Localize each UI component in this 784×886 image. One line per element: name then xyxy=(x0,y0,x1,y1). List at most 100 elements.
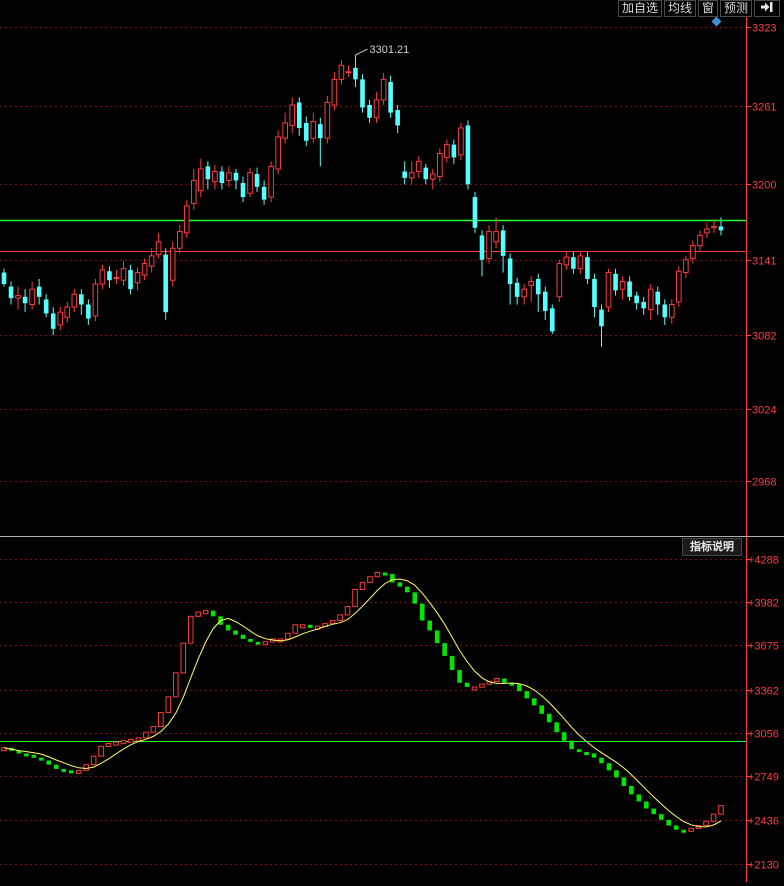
ma-line-button[interactable]: 均线 xyxy=(663,0,696,17)
indicator-bar-down xyxy=(531,698,537,706)
candle-up xyxy=(169,247,176,281)
indicator-bar-down xyxy=(248,638,253,642)
indicator-bar-down xyxy=(636,794,642,802)
indicator-bar-up xyxy=(285,632,291,640)
add-watchlist-button[interactable]: 加自选 xyxy=(617,0,662,17)
indicator-bar-up xyxy=(299,624,306,629)
candle-down xyxy=(585,257,590,279)
indicator-bar-up xyxy=(262,641,269,646)
candle-up xyxy=(141,263,148,276)
candle-down xyxy=(360,79,365,108)
candle-up xyxy=(29,288,35,305)
indicator-bar-down xyxy=(517,684,522,692)
candle-down xyxy=(472,197,478,228)
candle-down xyxy=(465,125,471,185)
indicator-bar-up xyxy=(471,686,478,691)
candle-down xyxy=(514,282,520,297)
indicator-bar-down xyxy=(569,740,574,750)
indicator-tick-label: +2436 xyxy=(748,816,779,828)
candle-down xyxy=(367,104,372,118)
candle-up xyxy=(577,255,584,270)
indicator-bar-up xyxy=(135,737,142,742)
candle-up xyxy=(704,228,710,234)
indicator-bar-down xyxy=(427,620,433,631)
chart-svg: 3323 3261 3200 3141 3082 3024 2968 3301.21 +4288… xyxy=(0,0,784,882)
indicator-bar-down xyxy=(502,678,507,683)
indicator-bar-down xyxy=(546,713,552,723)
indicator-tick-label: +2749 xyxy=(748,772,779,784)
indicator-bar-down xyxy=(621,777,627,786)
indicator-bar-up xyxy=(75,769,82,774)
forecast-button[interactable]: 预测 xyxy=(719,0,752,17)
candle-down xyxy=(451,144,457,158)
candle-up xyxy=(15,295,21,299)
indicator-bar-down xyxy=(658,814,664,820)
indicator-bar-up xyxy=(202,610,209,615)
candle-down xyxy=(254,174,260,187)
indicator-bar-up xyxy=(688,827,694,832)
candle-up xyxy=(711,225,717,229)
indicator-bar-down xyxy=(591,753,597,758)
candle-down xyxy=(641,301,646,309)
indicator-bar-up xyxy=(329,620,336,625)
indicator-bar-down xyxy=(554,722,559,733)
indicator-bar-up xyxy=(344,605,351,616)
candle-down xyxy=(353,67,358,80)
indicator-bar-down xyxy=(240,634,246,639)
candle-up xyxy=(120,268,127,281)
indicator-bar-up xyxy=(718,805,724,815)
candle-up xyxy=(99,269,106,285)
price-tick-label: 2968 xyxy=(752,477,776,489)
indicator-tick-label: +3982 xyxy=(748,598,779,610)
window-button[interactable]: 窗 xyxy=(697,0,718,17)
candle-up xyxy=(556,263,563,298)
candle-up xyxy=(647,288,654,311)
indicator-bar-down xyxy=(53,764,59,769)
candle-down xyxy=(205,166,211,180)
candle-down xyxy=(261,186,267,200)
candle-down xyxy=(86,304,91,319)
indicator-bar-up xyxy=(83,764,89,771)
candle-down xyxy=(43,299,49,314)
candle-down xyxy=(402,171,407,178)
indicator-bar-down xyxy=(457,670,462,683)
indicator-description-button[interactable]: 指标说明 xyxy=(682,538,742,556)
candle-up xyxy=(92,283,99,317)
candle-down xyxy=(36,286,42,297)
candle-up xyxy=(198,168,204,192)
price-tick-label: 3141 xyxy=(752,256,776,268)
candle-down xyxy=(535,278,541,295)
candle-up xyxy=(408,172,415,179)
candle-down xyxy=(233,172,239,181)
indicator-bar-down xyxy=(46,760,52,765)
indicator-bar-up xyxy=(120,740,127,745)
candle-up xyxy=(415,160,422,172)
exit-icon[interactable] xyxy=(754,0,780,17)
indicator-bar-up xyxy=(165,696,172,713)
indicator-bar-down xyxy=(576,749,582,753)
indicator-bar-up xyxy=(710,813,717,822)
indicator-bar-up xyxy=(105,743,112,748)
candle-up xyxy=(521,288,527,298)
candle-down xyxy=(549,308,555,332)
indicator-bar-down xyxy=(561,732,567,741)
candle-up xyxy=(676,270,682,303)
candle-up xyxy=(275,136,281,170)
indicator-tick-label: +2130 xyxy=(748,860,779,872)
indicator-bar-down xyxy=(666,819,672,826)
indicator-bar-up xyxy=(359,581,366,590)
candle-up xyxy=(310,121,317,139)
indicator-bar-down xyxy=(61,768,67,772)
candle-down xyxy=(22,296,28,304)
candle-up xyxy=(71,293,78,308)
indicator-bar-up xyxy=(703,820,709,826)
indicator-bar-down xyxy=(524,691,530,699)
candle-down xyxy=(662,304,668,318)
indicator-bar-down xyxy=(434,630,440,644)
indicator-bar-up xyxy=(90,755,97,766)
candle-up xyxy=(458,127,464,156)
indicator-bar-down xyxy=(681,829,686,833)
indicator-tick-label: +3056 xyxy=(748,729,779,741)
candle-down xyxy=(8,286,14,299)
indicator-bar-up xyxy=(187,615,194,644)
